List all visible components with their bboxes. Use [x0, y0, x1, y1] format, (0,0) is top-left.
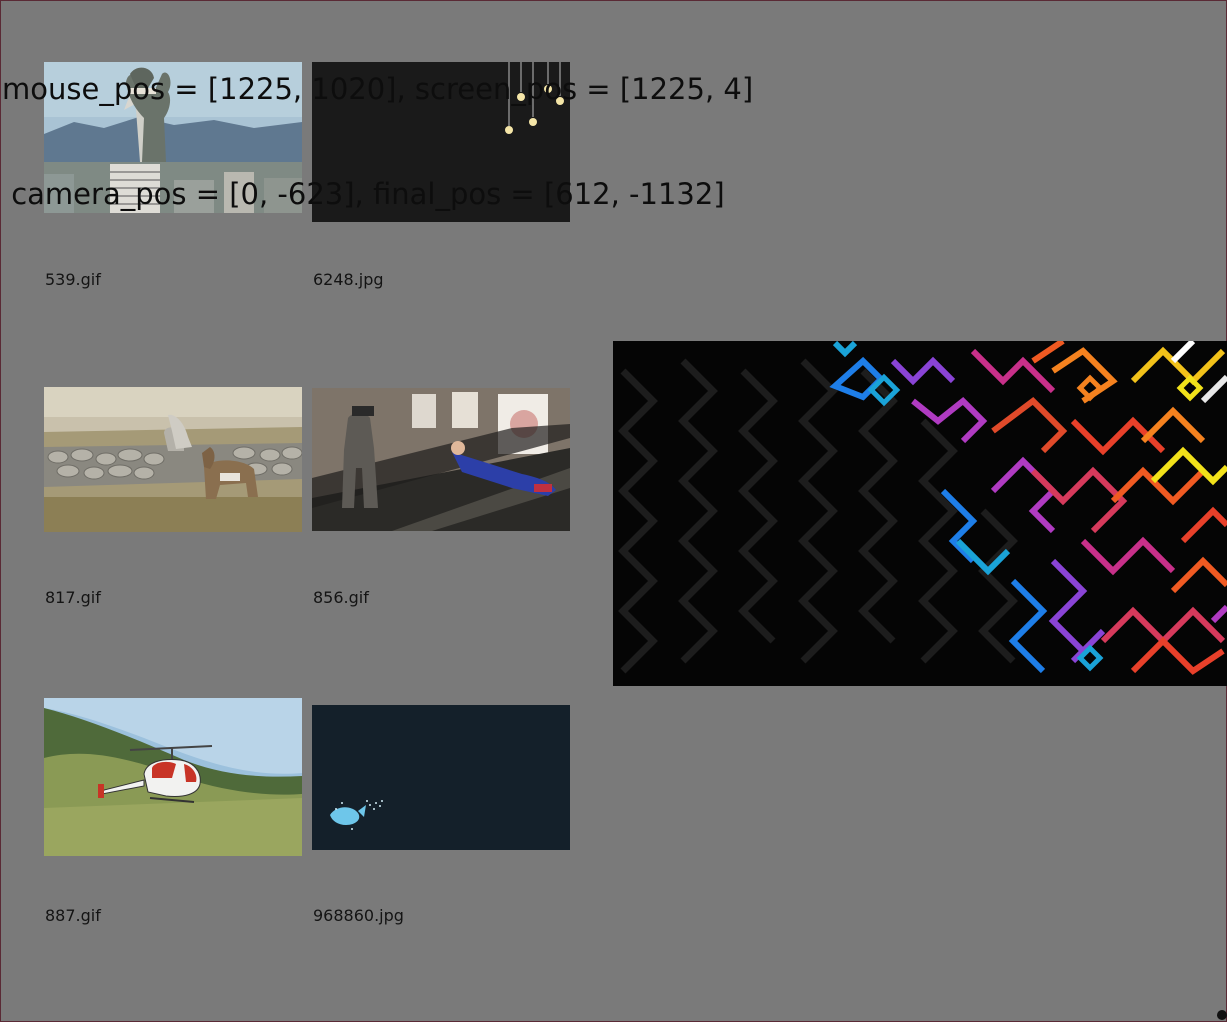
thumbnail-label-6248: 6248.jpg — [313, 270, 384, 289]
thumbnail-label-539: 539.gif — [45, 270, 101, 289]
thumbnail-label-968860: 968860.jpg — [313, 906, 404, 925]
thumbnail-label-887: 887.gif — [45, 906, 101, 925]
helicopter-thumbnail-icon — [44, 698, 302, 856]
thumbnail-887[interactable] — [44, 698, 302, 856]
whale-thumbnail-icon — [312, 705, 570, 850]
debug-line-camera: camera_pos = [0, -623], final_pos = [612… — [2, 177, 725, 211]
maze-pattern-preview-icon — [613, 341, 1227, 686]
thumbnail-856[interactable] — [312, 388, 570, 531]
resize-handle[interactable] — [1217, 1010, 1227, 1020]
thumbnail-label-856: 856.gif — [313, 588, 369, 607]
ponies-wall-thumbnail-icon — [44, 387, 302, 532]
thumbnail-968860[interactable] — [312, 705, 570, 850]
debug-overlay: mouse_pos = [1225, 1020], screen_pos = [… — [2, 2, 753, 247]
thumbnail-817[interactable] — [44, 387, 302, 532]
escalator-thumbnail-icon — [312, 388, 570, 531]
debug-line-mouse: mouse_pos = [1225, 1020], screen_pos = [… — [2, 72, 754, 106]
thumbnail-label-817: 817.gif — [45, 588, 101, 607]
image-preview[interactable] — [613, 341, 1227, 686]
